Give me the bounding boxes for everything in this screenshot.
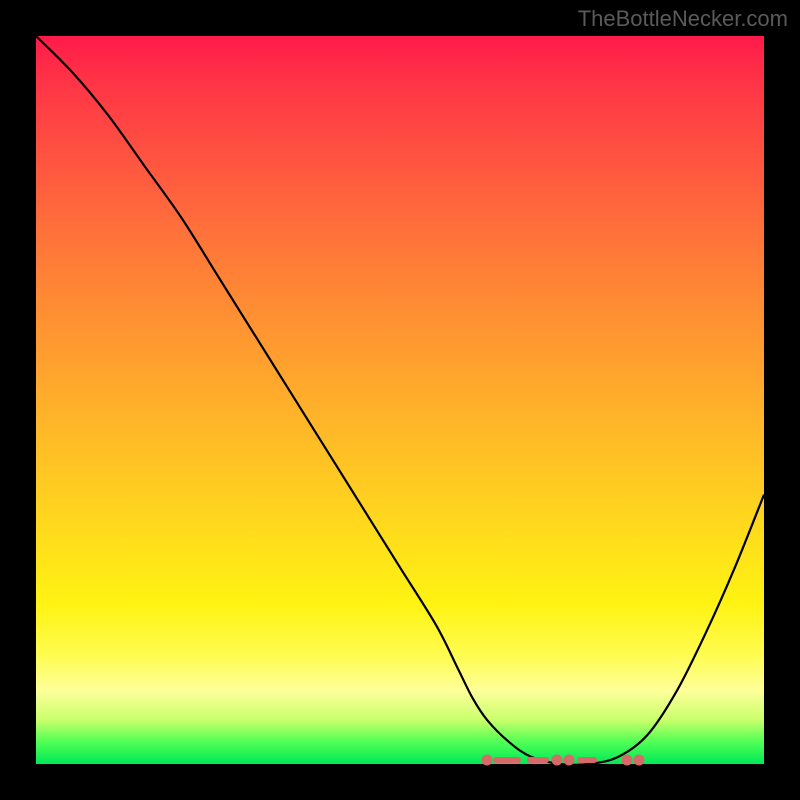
marker-bar	[527, 757, 549, 763]
marker-dot	[482, 754, 493, 765]
watermark-text: TheBottleNecker.com	[578, 6, 788, 32]
marker-bar	[493, 757, 521, 763]
plot-area	[36, 36, 764, 764]
marker-dot	[564, 754, 575, 765]
marker-bar	[577, 757, 597, 763]
marker-dot	[633, 754, 644, 765]
marker-dot	[621, 754, 632, 765]
marker-dot	[552, 754, 563, 765]
bottleneck-curve	[36, 36, 764, 764]
